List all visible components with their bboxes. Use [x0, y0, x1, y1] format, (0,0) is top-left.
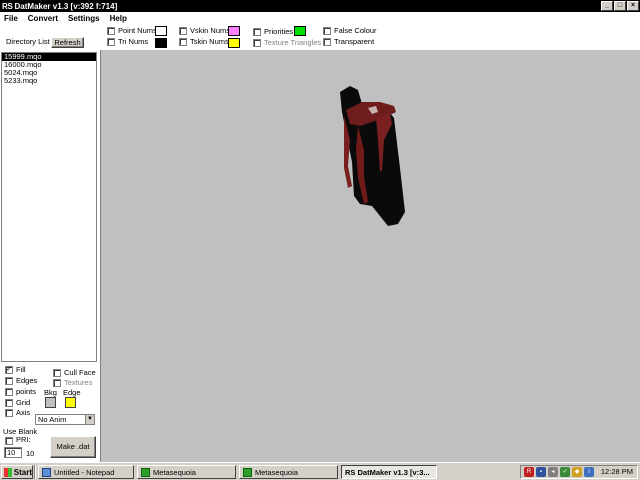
texture-triangles-checkbox[interactable]: [253, 39, 261, 47]
window-controls: _ □ ×: [601, 1, 639, 11]
axis-checkbox[interactable]: [5, 409, 13, 417]
title-bar: RS DatMaker v1.3 [v:392 f:714] _ □ ×: [0, 0, 640, 12]
priorities-color-swatch[interactable]: [294, 26, 306, 36]
vskin-nums-color-swatch[interactable]: [228, 26, 240, 36]
task-label: RS DatMaker v1.3 [v:3...: [345, 467, 430, 477]
directory-list-label: Directory List: [6, 37, 50, 46]
pri-input[interactable]: 10: [4, 447, 22, 458]
network-icon[interactable]: ▪: [536, 467, 546, 477]
model-render: [340, 86, 405, 226]
edges-label: Edges: [16, 376, 38, 385]
false-colour-label: False Colour: [334, 26, 377, 35]
points-label: points: [16, 387, 37, 396]
transparent-checkbox[interactable]: [323, 38, 331, 46]
pri-label: PRI:: [16, 435, 31, 444]
grid-checkbox[interactable]: [5, 399, 13, 407]
cull-face-checkbox[interactable]: [53, 369, 61, 377]
make-dat-button[interactable]: Make .dat: [50, 436, 96, 458]
points-checkbox[interactable]: [5, 388, 13, 396]
chevron-down-icon[interactable]: ▼: [85, 415, 94, 424]
bkg-color-swatch[interactable]: [45, 397, 56, 408]
task-label: Untitled - Notepad: [54, 467, 115, 477]
shield-icon[interactable]: ✓: [560, 467, 570, 477]
bkg-label: Bkg: [44, 388, 57, 397]
security-icon[interactable]: ◆: [572, 467, 582, 477]
tri-nums-color-swatch[interactable]: [155, 38, 167, 48]
pri-value: 10: [26, 449, 35, 458]
maximize-icon[interactable]: □: [614, 1, 626, 11]
pri-checkbox[interactable]: [5, 437, 13, 445]
taskbar: Start Untitled - Notepad Metasequoia Met…: [0, 462, 640, 480]
anim-select[interactable]: No Anim ▼: [35, 414, 95, 425]
task-label: Metasequoia: [153, 467, 196, 477]
taskbar-separator: [34, 465, 36, 479]
tray-info-icon[interactable]: i: [584, 467, 594, 477]
start-label: Start: [13, 467, 32, 477]
priorities-label: Priorities: [264, 27, 294, 36]
textures-label: Textures: [64, 378, 93, 387]
axis-label: Axis: [16, 408, 31, 417]
tskin-nums-color-swatch[interactable]: [228, 38, 240, 48]
menu-bar: File Convert Settings Help: [0, 12, 640, 24]
fill-label: Fill: [16, 365, 26, 374]
texture-triangles-label: Texture Triangles: [264, 38, 322, 47]
window-title: DatMaker v1.3 [v:392 f:714]: [14, 1, 118, 11]
grid-label: Grid: [16, 398, 31, 407]
menu-settings[interactable]: Settings: [68, 14, 100, 23]
cull-face-label: Cull Face: [64, 368, 96, 377]
menu-file[interactable]: File: [4, 14, 18, 23]
task-metasequoia-2[interactable]: Metasequoia: [239, 465, 338, 479]
point-nums-color-swatch[interactable]: [155, 26, 167, 36]
anim-select-value: No Anim: [38, 415, 67, 424]
windows-logo-icon: [4, 467, 12, 477]
minimize-icon[interactable]: _: [601, 1, 613, 11]
vskin-nums-checkbox[interactable]: [179, 27, 187, 35]
file-list-item[interactable]: 5233.mqo: [2, 77, 96, 85]
edge-color-swatch[interactable]: [65, 397, 76, 408]
file-list[interactable]: 15999.mqo 16000.mqo 5024.mqo 5233.mqo: [1, 52, 97, 362]
app-logo: RS: [2, 1, 13, 11]
point-nums-checkbox[interactable]: [107, 27, 115, 35]
task-notepad[interactable]: Untitled - Notepad: [38, 465, 134, 479]
task-datmaker[interactable]: RS DatMaker v1.3 [v:3...: [341, 465, 437, 479]
tskin-nums-checkbox[interactable]: [179, 38, 187, 46]
priorities-checkbox[interactable]: [253, 28, 261, 36]
point-nums-label: Point Nums: [118, 26, 157, 35]
metasequoia-icon: [243, 467, 252, 477]
tskin-nums-label: Tskin Nums: [190, 37, 229, 46]
edges-checkbox[interactable]: [5, 377, 13, 385]
fill-checkbox[interactable]: ✓: [5, 366, 13, 374]
refresh-button[interactable]: Refresh: [51, 37, 84, 48]
false-colour-checkbox[interactable]: [323, 27, 331, 35]
toolbar: Directory List Refresh Point Nums Tri Nu…: [0, 24, 640, 50]
tri-nums-label: Tri Nums: [118, 37, 149, 46]
clock: 12:28 PM: [600, 467, 633, 476]
metasequoia-icon: [141, 467, 150, 477]
start-button[interactable]: Start: [1, 465, 33, 479]
textures-checkbox[interactable]: [53, 379, 61, 387]
volume-icon[interactable]: ◂: [548, 467, 558, 477]
task-metasequoia-1[interactable]: Metasequoia: [137, 465, 236, 479]
tri-nums-checkbox[interactable]: [107, 38, 115, 46]
close-icon[interactable]: ×: [627, 1, 639, 11]
menu-convert[interactable]: Convert: [28, 14, 58, 23]
tray-app-icon[interactable]: R: [524, 467, 534, 477]
menu-help[interactable]: Help: [110, 14, 127, 23]
system-tray: R ▪ ◂ ✓ ◆ i 12:28 PM: [520, 465, 638, 479]
notepad-icon: [42, 467, 51, 477]
transparent-label: Transparent: [334, 37, 375, 46]
edge-label: Edge: [63, 388, 81, 397]
vskin-nums-label: Vskin Nums: [190, 26, 231, 35]
model-viewport[interactable]: [101, 50, 640, 462]
left-panel: 15999.mqo 16000.mqo 5024.mqo 5233.mqo ✓ …: [0, 50, 101, 462]
task-label: Metasequoia: [255, 467, 298, 477]
